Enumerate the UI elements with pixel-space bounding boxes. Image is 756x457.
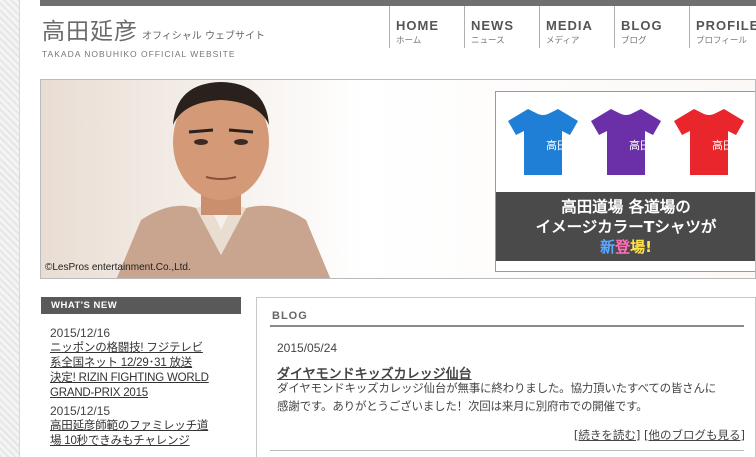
- blog-excerpt-line: 感謝です。ありがとうございました！次回は来月に別府市での開催です。: [277, 399, 648, 413]
- hero-banner: ©LesPros entertainment.Co.,Ltd. 高田 高田 高田…: [40, 79, 756, 279]
- blog-heading: BLOG: [272, 310, 308, 322]
- blog-excerpt-line: ダイヤモンドキッズカレッジ仙台が無事に終わりました。協力頂いたすべての皆さんに: [277, 381, 717, 395]
- nav-blog-label: BLOG: [621, 18, 663, 33]
- news-date: 2015/12/15: [50, 404, 111, 418]
- nav-media-sub: メディア: [546, 36, 580, 46]
- nav-profile-sub: プロフィール: [696, 36, 747, 46]
- promo-new-char-2: 登: [615, 238, 631, 256]
- promo-line-2: イメージカラーTシャツが: [535, 218, 717, 236]
- nav-home[interactable]: HOME ホーム: [389, 6, 464, 48]
- red-tshirt-icon: 高田: [673, 108, 744, 175]
- nav-home-label: HOME: [396, 18, 439, 33]
- left-decorative-strip: [0, 0, 20, 457]
- main-nav: HOME ホーム NEWS ニュース MEDIA メディア BLOG ブログ P…: [389, 6, 756, 48]
- blog-section: BLOG 2015/05/24 ダイヤモンドキッズカレッジ仙台 ダイヤモンドキッ…: [256, 297, 756, 457]
- svg-text:高田: 高田: [712, 138, 734, 152]
- logo-title-jp: 高田延彦: [42, 19, 138, 45]
- logo-title-en: TAKADA NOBUHIKO OFFICIAL WEBSITE: [42, 49, 236, 59]
- read-more-link[interactable]: [続きを読む]: [574, 428, 640, 442]
- nav-profile-label: PROFILE: [696, 18, 756, 33]
- svg-text:高田: 高田: [546, 138, 568, 152]
- nav-home-sub: ホーム: [396, 36, 422, 46]
- portrait-image: [116, 82, 331, 278]
- whats-new-list: 2015/12/16 ニッポンの格闘技! フジテレビ 系全国ネット 12/29･…: [50, 326, 240, 452]
- tshirt-promo-banner[interactable]: 高田 高田 高田 高田道場 各道場の イメージカラーTシャツが 新登場!: [495, 91, 755, 272]
- purple-tshirt-icon: 高田: [590, 108, 661, 175]
- nav-news[interactable]: NEWS ニュース: [464, 6, 539, 48]
- nav-blog-sub: ブログ: [621, 36, 647, 46]
- nav-news-label: NEWS: [471, 18, 514, 33]
- blog-links: [続きを読む] [他のブログも見る]: [574, 427, 745, 443]
- news-link[interactable]: ニッポンの格闘技! フジテレビ 系全国ネット 12/29･31 放送 決定! R…: [50, 341, 240, 401]
- promo-text-panel: 高田道場 各道場の イメージカラーTシャツが 新登場!: [496, 192, 755, 261]
- blog-post-date: 2015/05/24: [277, 341, 338, 355]
- nav-blog[interactable]: BLOG ブログ: [614, 6, 689, 48]
- svg-text:高田: 高田: [629, 138, 651, 152]
- whats-new-heading: WHAT'S NEW: [41, 297, 241, 314]
- news-link-line: 決定! RIZIN FIGHTING WORLD: [50, 372, 209, 384]
- logo-title-sub: オフィシャル ウェブサイト: [142, 31, 265, 42]
- blue-tshirt-icon: 高田: [508, 108, 579, 175]
- news-link-line: 高田延彦師範のファミレッチ道: [50, 420, 209, 432]
- logo-main: 高田延彦 オフィシャル ウェブサイト: [42, 12, 265, 46]
- promo-new-char-3: 場!: [630, 238, 652, 256]
- nav-media-label: MEDIA: [546, 18, 593, 33]
- copyright-text: ©LesPros entertainment.Co.,Ltd.: [45, 262, 191, 273]
- news-date: 2015/12/16: [50, 326, 111, 340]
- promo-line-1: 高田道場 各道場の: [561, 198, 691, 216]
- news-link[interactable]: 高田延彦師範のファミレッチ道 場 10秒できみもチャレンジ: [50, 419, 240, 449]
- news-link-line: 系全国ネット 12/29･31 放送: [50, 357, 193, 369]
- blog-post-excerpt: ダイヤモンドキッズカレッジ仙台が無事に終わりました。協力頂いたすべての皆さんに …: [277, 379, 755, 415]
- site-logo[interactable]: 高田延彦 オフィシャル ウェブサイト TAKADA NOBUHIKO OFFIC…: [42, 12, 265, 59]
- nav-profile[interactable]: PROFILE プロフィール: [689, 6, 756, 48]
- tshirt-images: 高田 高田 高田: [496, 92, 755, 189]
- news-link-line: GRAND-PRIX 2015: [50, 387, 148, 399]
- other-blogs-link[interactable]: [他のブログも見る]: [644, 428, 745, 442]
- nav-news-sub: ニュース: [471, 36, 505, 46]
- blog-bottom-rule: [270, 450, 744, 451]
- blog-heading-rule: [270, 325, 744, 327]
- news-link-line: 場 10秒できみもチャレンジ: [50, 435, 190, 447]
- promo-new-label: 新登場!: [496, 237, 755, 257]
- nav-media[interactable]: MEDIA メディア: [539, 6, 614, 48]
- news-link-line: ニッポンの格闘技! フジテレビ: [50, 342, 203, 354]
- promo-new-char-1: 新: [600, 238, 616, 256]
